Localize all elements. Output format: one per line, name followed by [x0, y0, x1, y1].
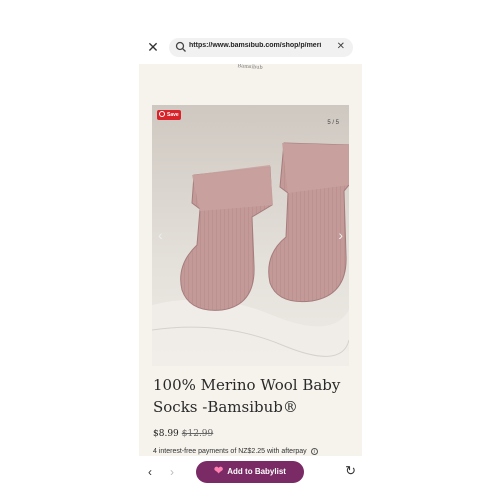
old-price: $12.99 — [181, 429, 214, 439]
installments-text: 4 interest-free payments of NZ$2.25 with… — [153, 448, 307, 455]
url-bar[interactable]: https://www.bamsibub.com/shop/p/meri ✕ — [169, 38, 353, 57]
product-image-gallery[interactable]: Save 5 / 5 ‹ › — [152, 105, 349, 366]
info-icon[interactable]: i — [310, 448, 318, 455]
browser-toolbar: ✕ https://www.bamsibub.com/shop/p/meri ✕ — [139, 30, 362, 64]
search-icon — [175, 41, 186, 52]
product-price: $8.99 $12.99 — [153, 429, 213, 439]
babylist-label: Add to Babylist — [227, 467, 286, 476]
reload-icon[interactable]: ↻ — [345, 463, 356, 479]
current-price: $8.99 — [153, 429, 179, 439]
back-icon[interactable]: ‹ — [148, 465, 152, 479]
pinterest-save-button[interactable]: Save — [157, 110, 181, 120]
chevron-left-icon[interactable]: ‹ — [158, 227, 163, 243]
add-to-babylist-button[interactable]: ❤ Add to Babylist — [196, 461, 304, 483]
product-title: 100% Merino Wool Baby Socks -Bamsibub® — [153, 376, 341, 416]
afterpay-installments: 4 interest-free payments of NZ$2.25 with… — [153, 448, 358, 455]
site-logo[interactable]: Bamsibub — [235, 64, 265, 73]
phone-screen: ✕ https://www.bamsibub.com/shop/p/meri ✕… — [139, 30, 362, 490]
forward-icon[interactable]: › — [170, 465, 174, 479]
save-label: Save — [167, 112, 179, 118]
heart-icon: ❤ — [214, 464, 224, 477]
browser-bottom-bar: ‹ › ❤ Add to Babylist ↻ — [139, 456, 362, 490]
product-photo — [152, 105, 349, 366]
pinterest-icon — [159, 111, 165, 118]
clear-icon[interactable]: ✕ — [337, 41, 345, 53]
chevron-right-icon[interactable]: › — [338, 227, 343, 243]
page-content: Bamsibub Save 5 / 5 ‹ › 100% Merino Wool… — [139, 64, 362, 456]
close-icon[interactable]: ✕ — [146, 40, 160, 54]
url-text: https://www.bamsibub.com/shop/p/meri — [189, 42, 322, 49]
image-counter: 5 / 5 — [327, 120, 339, 126]
